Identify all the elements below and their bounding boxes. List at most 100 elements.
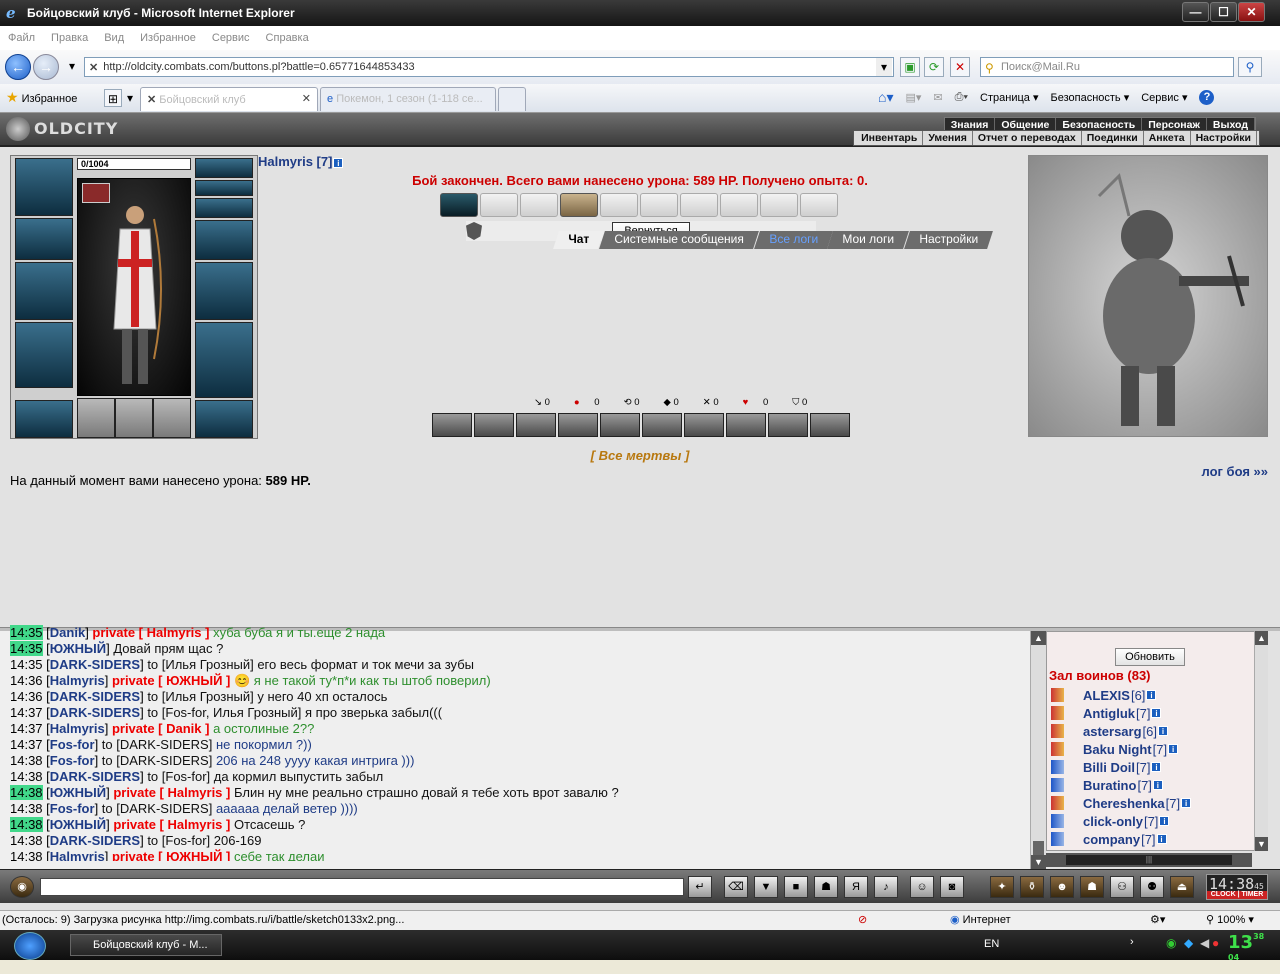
start-button[interactable] (14, 932, 46, 960)
scroll-up-icon[interactable]: ▲ (1255, 631, 1268, 645)
address-dropdown-icon[interactable]: ▾ (876, 58, 892, 76)
mask-icon[interactable]: ☻ (1050, 876, 1074, 898)
favorites-button[interactable]: ★ Избранное (6, 89, 77, 106)
user-name[interactable]: click-only (1083, 814, 1143, 829)
ability-slot[interactable] (726, 413, 766, 437)
info-icon[interactable]: i (1146, 690, 1157, 700)
gloves-slot[interactable] (15, 218, 73, 260)
chat-nick[interactable]: DARK-SIDERS (50, 689, 140, 704)
cmd-security[interactable]: Безопасность ▾ (1050, 91, 1129, 104)
scroll-slot[interactable] (640, 193, 678, 217)
user-row[interactable]: Billi Doil [7] i (1051, 758, 1261, 776)
info-icon[interactable]: i (1158, 726, 1169, 736)
cmd-page[interactable]: Страница ▾ (980, 91, 1038, 104)
chat-time[interactable]: 14:38 (10, 833, 43, 848)
smiley-icon[interactable]: ☺ (910, 876, 934, 898)
info-icon[interactable]: i (1151, 708, 1162, 718)
chat-time[interactable]: 14:36 (10, 689, 43, 704)
clock-timer-label[interactable]: CLOCK | TIMER (1207, 891, 1267, 899)
menu-item-0[interactable]: Файл (8, 32, 35, 44)
new-tab-button[interactable] (498, 87, 526, 111)
battle-log-link[interactable]: лог боя »» (1201, 464, 1268, 479)
group-icon[interactable]: ⚇ (1110, 876, 1134, 898)
fighter-icon[interactable]: ☗ (814, 876, 838, 898)
chat-time[interactable]: 14:38 (10, 801, 43, 816)
tab-chat-settings[interactable]: Настройки (904, 231, 993, 249)
chat-time[interactable]: 14:36 (10, 673, 43, 688)
send-icon[interactable]: ↵ (688, 876, 712, 898)
chat-time[interactable]: 14:38 (10, 849, 43, 861)
align-blue-icon[interactable] (1051, 760, 1073, 774)
hscroll-thumb[interactable]: ||| (1066, 855, 1232, 865)
chat-nick[interactable]: Danik (50, 625, 85, 640)
scroll-slot[interactable] (760, 193, 798, 217)
info-icon[interactable]: i (1159, 816, 1170, 826)
tray-security-icon[interactable]: ◆ (1184, 936, 1193, 950)
user-name[interactable]: Baku Night (1083, 742, 1152, 757)
taskbar-clock[interactable]: 1338 04 (1228, 932, 1264, 974)
scroll-slot[interactable] (680, 193, 718, 217)
scroll-down-icon[interactable]: ▼ (1255, 837, 1268, 851)
chat-recipient[interactable]: to [DARK-SIDERS] (102, 753, 213, 768)
nav-duels[interactable]: Поединки (1082, 131, 1144, 145)
chat-nick[interactable]: DARK-SIDERS (50, 833, 140, 848)
scroll-slot[interactable] (480, 193, 518, 217)
chat-nick[interactable]: Halmyris (50, 721, 105, 736)
buff-icon[interactable] (82, 183, 110, 203)
mail-icon[interactable]: ✉ (933, 91, 942, 104)
refresh-icon[interactable]: ⟳ (924, 57, 944, 77)
earrings-slot[interactable] (195, 180, 253, 196)
align-gold-icon[interactable] (1051, 796, 1073, 810)
info-icon[interactable]: i (1168, 744, 1179, 754)
align-gold-icon[interactable] (1051, 742, 1073, 756)
scroll-down-icon[interactable]: ▼ (1031, 855, 1046, 869)
users-hscrollbar[interactable]: ||| (1046, 853, 1252, 867)
screenshot-icon[interactable]: ◙ (940, 876, 964, 898)
stop-icon[interactable]: ✕ (950, 57, 970, 77)
chat-nick[interactable]: DARK-SIDERS (50, 657, 140, 672)
tray-volume-icon[interactable]: ◀ (1200, 936, 1209, 950)
tab-all-logs[interactable]: Все логи (753, 231, 833, 249)
close-button[interactable]: ✕ (1238, 2, 1265, 22)
ability-slot[interactable] (768, 413, 808, 437)
chat-nick[interactable]: Fos-for (50, 737, 95, 752)
chat-nick[interactable]: ЮЖНЫЙ (50, 641, 106, 656)
tray-alert-icon[interactable]: ● (1212, 936, 1219, 950)
menu-item-4[interactable]: Сервис (212, 32, 250, 44)
chat-nick[interactable]: Halmyris (50, 673, 105, 688)
tray-network-icon[interactable]: ◉ (1166, 936, 1176, 950)
user-row[interactable]: astersarg [6] i (1051, 722, 1261, 740)
user-name[interactable]: Chereshenka (1083, 796, 1165, 811)
sound-icon[interactable]: ♪ (874, 876, 898, 898)
zoom-level[interactable]: ⚲ 100% ▾ (1206, 911, 1254, 929)
chat-nick[interactable]: Halmyris (50, 849, 105, 861)
chat-nick[interactable]: DARK-SIDERS (50, 705, 140, 720)
chat-private[interactable]: private [ Danik ] (112, 721, 210, 736)
chat-recipient[interactable]: to [Fos-for, Илья Грозный] (147, 705, 301, 720)
chat-nick[interactable]: Fos-for (50, 801, 95, 816)
history-dropdown-icon[interactable]: ▾ (62, 57, 82, 77)
language-indicator[interactable]: EN (984, 938, 999, 950)
menu-item-5[interactable]: Справка (266, 32, 309, 44)
blocked-content-icon[interactable]: ⊘ (858, 911, 867, 929)
address-input[interactable]: ✕ http://oldcity.combats.com/buttons.pl?… (84, 57, 894, 77)
chat-recipient[interactable]: to [Илья Грозный] (147, 657, 253, 672)
home-icon[interactable]: ⌂▾ (878, 89, 893, 106)
scroll-slot[interactable] (720, 193, 758, 217)
menu-item-2[interactable]: Вид (104, 32, 124, 44)
maximize-button[interactable]: ☐ (1210, 2, 1237, 22)
user-row[interactable]: Chereshenka [7] i (1051, 794, 1261, 812)
search-icon[interactable]: ⚲ (1238, 57, 1262, 77)
info-icon[interactable]: i (1156, 834, 1167, 844)
necklace-slot[interactable] (195, 158, 253, 178)
info-icon[interactable]: i (1181, 798, 1192, 808)
nav-skills[interactable]: Умения (923, 131, 973, 145)
chat-time[interactable]: 14:38 (10, 753, 43, 768)
nav-transfers[interactable]: Отчет о переводах (973, 131, 1082, 145)
armor-slot[interactable] (15, 322, 73, 388)
quick-action-icon[interactable]: ✦ (990, 876, 1014, 898)
user-name[interactable]: Antigluk (1083, 706, 1135, 721)
tab-my-logs[interactable]: Мои логи (827, 231, 910, 249)
user-name[interactable]: astersarg (1083, 724, 1142, 739)
legs-slot[interactable] (195, 322, 253, 398)
